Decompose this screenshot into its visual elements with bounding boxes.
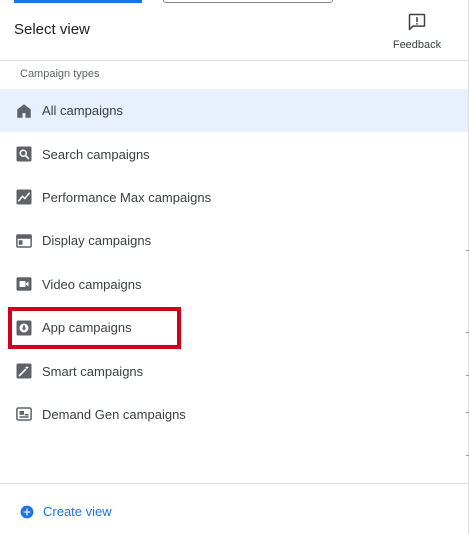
select-view-panel: Select view Feedback Campaign types All … [0, 0, 469, 534]
view-item-label: Video campaigns [42, 276, 142, 292]
view-item-label: Smart campaigns [42, 363, 144, 379]
view-item-demand-gen[interactable]: Demand Gen campaigns [0, 393, 468, 436]
view-item-video-campaigns[interactable]: Video campaigns [0, 263, 468, 306]
panel-footer: Create view [0, 483, 468, 534]
panel-header: Select view Feedback [0, 4, 469, 61]
add-circle-icon [20, 505, 34, 518]
view-item-performance-max[interactable]: Performance Max campaigns [0, 176, 468, 219]
view-item-app-campaigns[interactable]: App campaigns [0, 306, 468, 349]
view-item-label: Display campaigns [42, 233, 152, 249]
create-view-label: Create view [43, 504, 112, 519]
section-label: Campaign types [20, 68, 100, 80]
view-item-search-campaigns[interactable]: Search campaigns [0, 132, 468, 175]
magic-wand-icon [16, 363, 32, 379]
view-item-label: App campaigns [42, 320, 132, 336]
background-edge-marks [464, 0, 469, 534]
view-item-display-campaigns[interactable]: Display campaigns [0, 219, 468, 262]
view-item-label: Performance Max campaigns [42, 189, 212, 205]
campaign-type-list: All campaigns Search campaigns Performan… [0, 89, 468, 436]
trending-icon [16, 189, 32, 205]
view-item-label: Demand Gen campaigns [42, 406, 186, 422]
create-view-button[interactable]: Create view [20, 504, 112, 519]
panel-title: Select view [14, 21, 90, 38]
feedback-icon [408, 13, 426, 31]
home-icon [17, 103, 31, 118]
demand-gen-icon [16, 407, 32, 422]
display-icon [16, 234, 32, 248]
view-item-label: Search campaigns [42, 146, 150, 162]
video-icon [16, 277, 32, 291]
app-download-icon [16, 320, 32, 336]
view-item-smart-campaigns[interactable]: Smart campaigns [0, 349, 468, 392]
feedback-button[interactable]: Feedback [389, 12, 445, 56]
view-item-all-campaigns[interactable]: All campaigns [0, 89, 468, 133]
feedback-label: Feedback [392, 39, 442, 51]
view-item-label: All campaigns [42, 103, 123, 119]
search-icon [16, 146, 32, 162]
